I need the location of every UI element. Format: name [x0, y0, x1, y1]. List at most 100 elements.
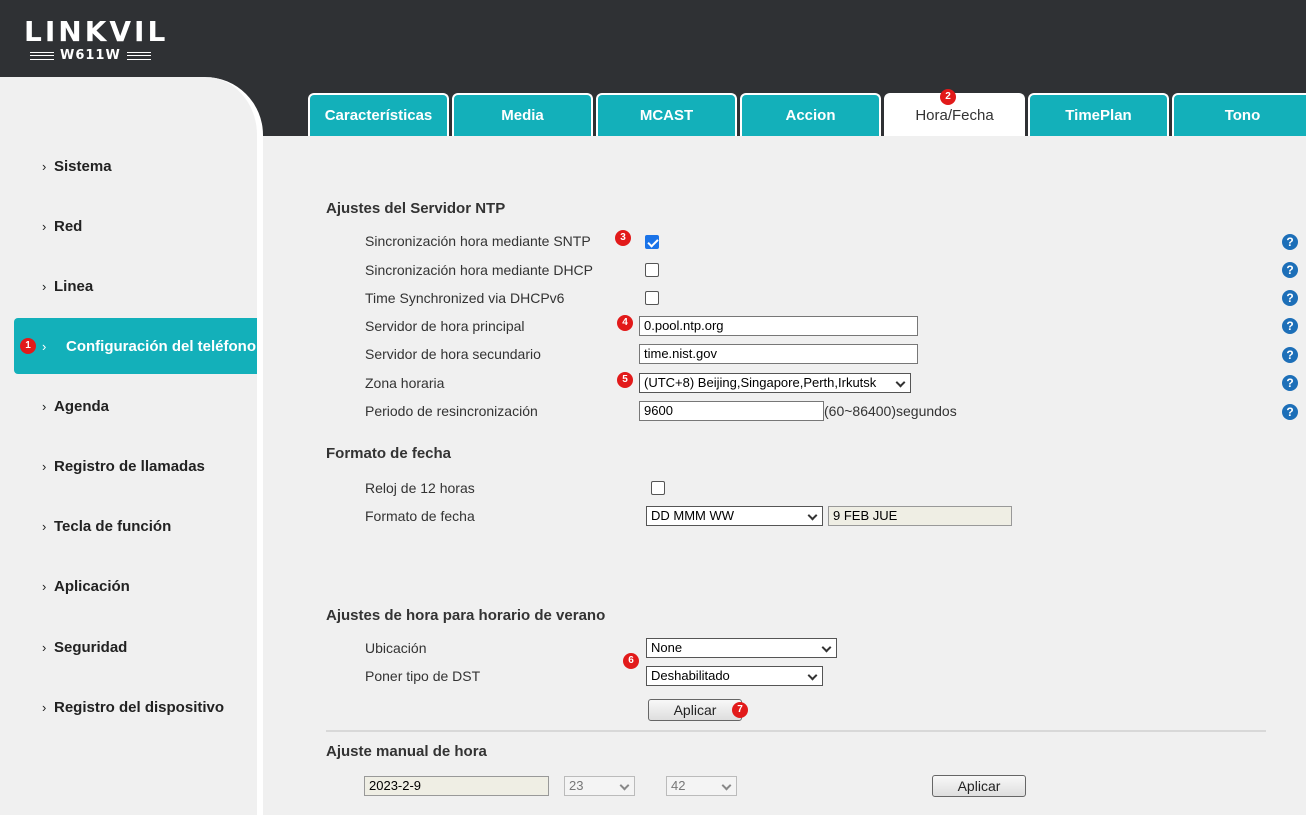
- divider: [326, 730, 1266, 732]
- step-badge-2: 2: [940, 89, 956, 105]
- help-icon[interactable]: ?: [1282, 375, 1298, 391]
- tab-tono[interactable]: Tono: [1172, 93, 1306, 136]
- help-icon[interactable]: ?: [1282, 262, 1298, 278]
- sidebar-item-label: Configuración del teléfono: [66, 337, 256, 355]
- sidebar-item-agenda[interactable]: › Agenda: [0, 378, 257, 434]
- chevron-right-icon: ›: [42, 158, 47, 174]
- date-format-select[interactable]: DD MMM WW: [646, 506, 823, 526]
- brand-logo: LINKVIL W611W: [24, 15, 169, 64]
- tab-hora-fecha[interactable]: Hora/Fecha 2: [884, 89, 1025, 136]
- sidebar-item-aplicacion[interactable]: › Aplicación: [0, 558, 257, 614]
- primary-server-input[interactable]: 0.pool.ntp.org: [639, 316, 918, 336]
- chevron-down-icon: [807, 670, 818, 681]
- label-timezone: Zona horaria: [365, 375, 445, 391]
- chevron-down-icon: [619, 780, 630, 791]
- label-dst-type: Poner tipo de DST: [365, 668, 481, 684]
- tab-media[interactable]: Media: [452, 93, 593, 136]
- date-format-preview: 9 FEB JUE: [828, 506, 1012, 526]
- manual-date-input[interactable]: 2023-2-9: [364, 776, 549, 796]
- help-icon[interactable]: ?: [1282, 318, 1298, 334]
- clock-12h-checkbox[interactable]: [651, 481, 665, 495]
- tab-caracteristicas[interactable]: Características: [308, 93, 449, 136]
- sidebar-item-label: Linea: [54, 277, 94, 295]
- tab-label: Accion: [785, 107, 836, 124]
- resync-range-hint: (60~86400)segundos: [824, 403, 957, 419]
- step-badge-1: 1: [20, 338, 36, 354]
- sntp-checkbox[interactable]: [645, 235, 659, 249]
- chevron-down-icon: [721, 780, 732, 791]
- section-title-manual-time: Ajuste manual de hora: [326, 743, 487, 760]
- manual-apply-button[interactable]: Aplicar: [932, 775, 1026, 797]
- label-resync: Periodo de resincronización: [365, 403, 538, 419]
- sidebar-item-configuracion-telefono[interactable]: 1 › Configuración del teléfono: [14, 318, 257, 374]
- step-badge-6: 6: [623, 653, 639, 669]
- section-title-dst: Ajustes de hora para horario de verano: [326, 607, 606, 624]
- label-sntp: Sincronización hora mediante SNTP: [365, 233, 591, 249]
- manual-hour-selected: 23: [569, 778, 584, 793]
- chevron-right-icon: ›: [42, 278, 47, 294]
- sidebar-item-registro-llamadas[interactable]: › Registro de llamadas: [0, 438, 257, 494]
- logo-wordmark: LINKVIL: [24, 15, 169, 48]
- tab-label: TimePlan: [1065, 107, 1132, 124]
- step-badge-4: 4: [617, 315, 633, 331]
- chevron-right-icon: ›: [42, 639, 47, 655]
- manual-hour-select[interactable]: 23: [564, 776, 635, 796]
- section-title-date-format: Formato de fecha: [326, 445, 452, 462]
- sidebar-item-label: Tecla de función: [54, 517, 172, 535]
- dhcp-checkbox[interactable]: [645, 263, 659, 277]
- resync-period-input[interactable]: 9600: [639, 401, 824, 421]
- sidebar-item-label: Aplicación: [54, 577, 130, 595]
- help-icon[interactable]: ?: [1282, 234, 1298, 250]
- sidebar-item-label: Agenda: [54, 397, 110, 415]
- label-location: Ubicación: [365, 640, 427, 656]
- chevron-right-icon: ›: [42, 518, 47, 534]
- sidebar-item-seguridad[interactable]: › Seguridad: [0, 619, 257, 675]
- sidebar-item-registro-dispositivo[interactable]: › Registro del dispositivo: [0, 679, 257, 735]
- help-icon[interactable]: ?: [1282, 404, 1298, 420]
- dst-location-selected: None: [651, 640, 683, 655]
- sidebar-item-tecla-funcion[interactable]: › Tecla de función: [0, 498, 257, 554]
- step-badge-5: 5: [617, 372, 633, 388]
- chevron-down-icon: [807, 510, 818, 521]
- label-secondary-server: Servidor de hora secundario: [365, 346, 541, 362]
- sidebar-item-red[interactable]: › Red: [0, 198, 257, 254]
- chevron-right-icon: ›: [42, 398, 47, 414]
- label-date-format: Formato de fecha: [365, 508, 475, 524]
- step-badge-7: 7: [732, 702, 748, 718]
- logo-model: W611W: [24, 48, 168, 63]
- secondary-server-input[interactable]: time.nist.gov: [639, 344, 918, 364]
- tab-label: Hora/Fecha: [915, 107, 994, 124]
- dst-type-select[interactable]: Deshabilitado: [646, 666, 823, 686]
- tab-label: Media: [501, 107, 544, 124]
- help-icon[interactable]: ?: [1282, 347, 1298, 363]
- manual-minute-select[interactable]: 42: [666, 776, 737, 796]
- chevron-down-icon: [895, 377, 906, 388]
- tab-mcast[interactable]: MCAST: [596, 93, 737, 136]
- label-primary-server: Servidor de hora principal: [365, 318, 525, 334]
- main-panel: Ajustes del Servidor NTP Sincronización …: [268, 136, 1306, 815]
- dhcpv6-checkbox[interactable]: [645, 291, 659, 305]
- tab-label: Características: [324, 107, 433, 124]
- step-badge-3: 3: [615, 230, 631, 246]
- chevron-right-icon: ›: [42, 218, 47, 234]
- dst-location-select[interactable]: None: [646, 638, 837, 658]
- help-icon[interactable]: ?: [1282, 290, 1298, 306]
- tab-timeplan[interactable]: TimePlan: [1028, 93, 1169, 136]
- logo-model-text: W611W: [60, 48, 121, 63]
- tab-label: MCAST: [639, 107, 694, 124]
- timezone-select[interactable]: (UTC+8) Beijing,Singapore,Perth,Irkutsk: [639, 373, 911, 393]
- tab-label: Tono: [1224, 107, 1261, 124]
- chevron-right-icon: ›: [42, 458, 47, 474]
- tab-accion[interactable]: Accion: [740, 93, 881, 136]
- sidebar: › Sistema › Red › Linea 1 › Configuración d…: [0, 77, 263, 815]
- section-title-ntp: Ajustes del Servidor NTP: [326, 200, 506, 217]
- label-12h-clock: Reloj de 12 horas: [365, 480, 475, 496]
- sidebar-item-label: Red: [54, 217, 83, 235]
- dst-apply-button[interactable]: Aplicar: [648, 699, 742, 721]
- date-format-selected: DD MMM WW: [651, 508, 735, 523]
- sidebar-item-linea[interactable]: › Linea: [0, 258, 257, 314]
- manual-minute-selected: 42: [671, 778, 686, 793]
- sidebar-item-sistema[interactable]: › Sistema: [0, 138, 257, 194]
- sidebar-item-label: Sistema: [54, 157, 112, 175]
- sidebar-item-label: Seguridad: [54, 638, 128, 656]
